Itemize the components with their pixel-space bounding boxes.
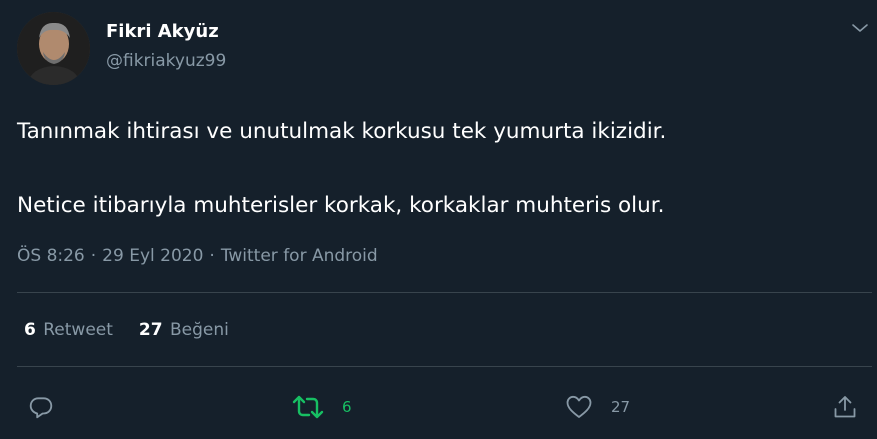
divider [17, 292, 872, 293]
like-count: 27 [611, 398, 631, 416]
tweet-text-line: Tanınmak ihtirası ve unutulmak korkusu t… [17, 119, 667, 144]
meta-separator: · [209, 246, 215, 266]
like-stat[interactable]: 27 Beğeni [139, 320, 229, 340]
tweet-metadata: ÖS 8:26 · 29 Eyl 2020 · Twitter for Android [17, 246, 378, 266]
like-button[interactable]: 27 [565, 393, 630, 421]
tweet-stats: 6 Retweet 27 Beğeni [24, 320, 255, 340]
avatar[interactable] [17, 12, 90, 85]
tweet-text: Tanınmak ihtirası ve unutulmak korkusu t… [17, 113, 666, 224]
divider [17, 366, 872, 367]
heart-icon [565, 394, 593, 420]
tweet-text-line: Netice itibarıyla muhterisler korkak, ko… [17, 193, 665, 218]
retweet-stat[interactable]: 6 Retweet [24, 320, 113, 340]
retweet-stat-label: Retweet [43, 320, 113, 340]
reply-button[interactable] [28, 393, 54, 421]
tweet-source[interactable]: Twitter for Android [221, 246, 378, 266]
share-icon [832, 394, 858, 420]
user-handle[interactable]: @fikriakyuz99 [106, 51, 226, 71]
tweet-time[interactable]: ÖS 8:26 [17, 246, 85, 266]
chevron-down-icon[interactable] [850, 18, 870, 38]
reply-icon [28, 394, 54, 420]
retweet-count: 6 [342, 398, 352, 416]
retweet-button[interactable]: 6 [292, 393, 352, 421]
retweet-stat-count: 6 [24, 320, 36, 340]
meta-separator: · [90, 246, 97, 266]
like-stat-count: 27 [138, 320, 163, 340]
tweet-card: Fikri Akyüz @fikriakyuz99 Tanınmak ihtir… [0, 0, 877, 439]
retweet-icon [292, 394, 324, 420]
share-button[interactable] [832, 393, 858, 421]
like-stat-label: Beğeni [170, 320, 229, 340]
display-name[interactable]: Fikri Akyüz [106, 21, 219, 42]
tweet-date[interactable]: 29 Eyl 2020 [102, 246, 203, 266]
